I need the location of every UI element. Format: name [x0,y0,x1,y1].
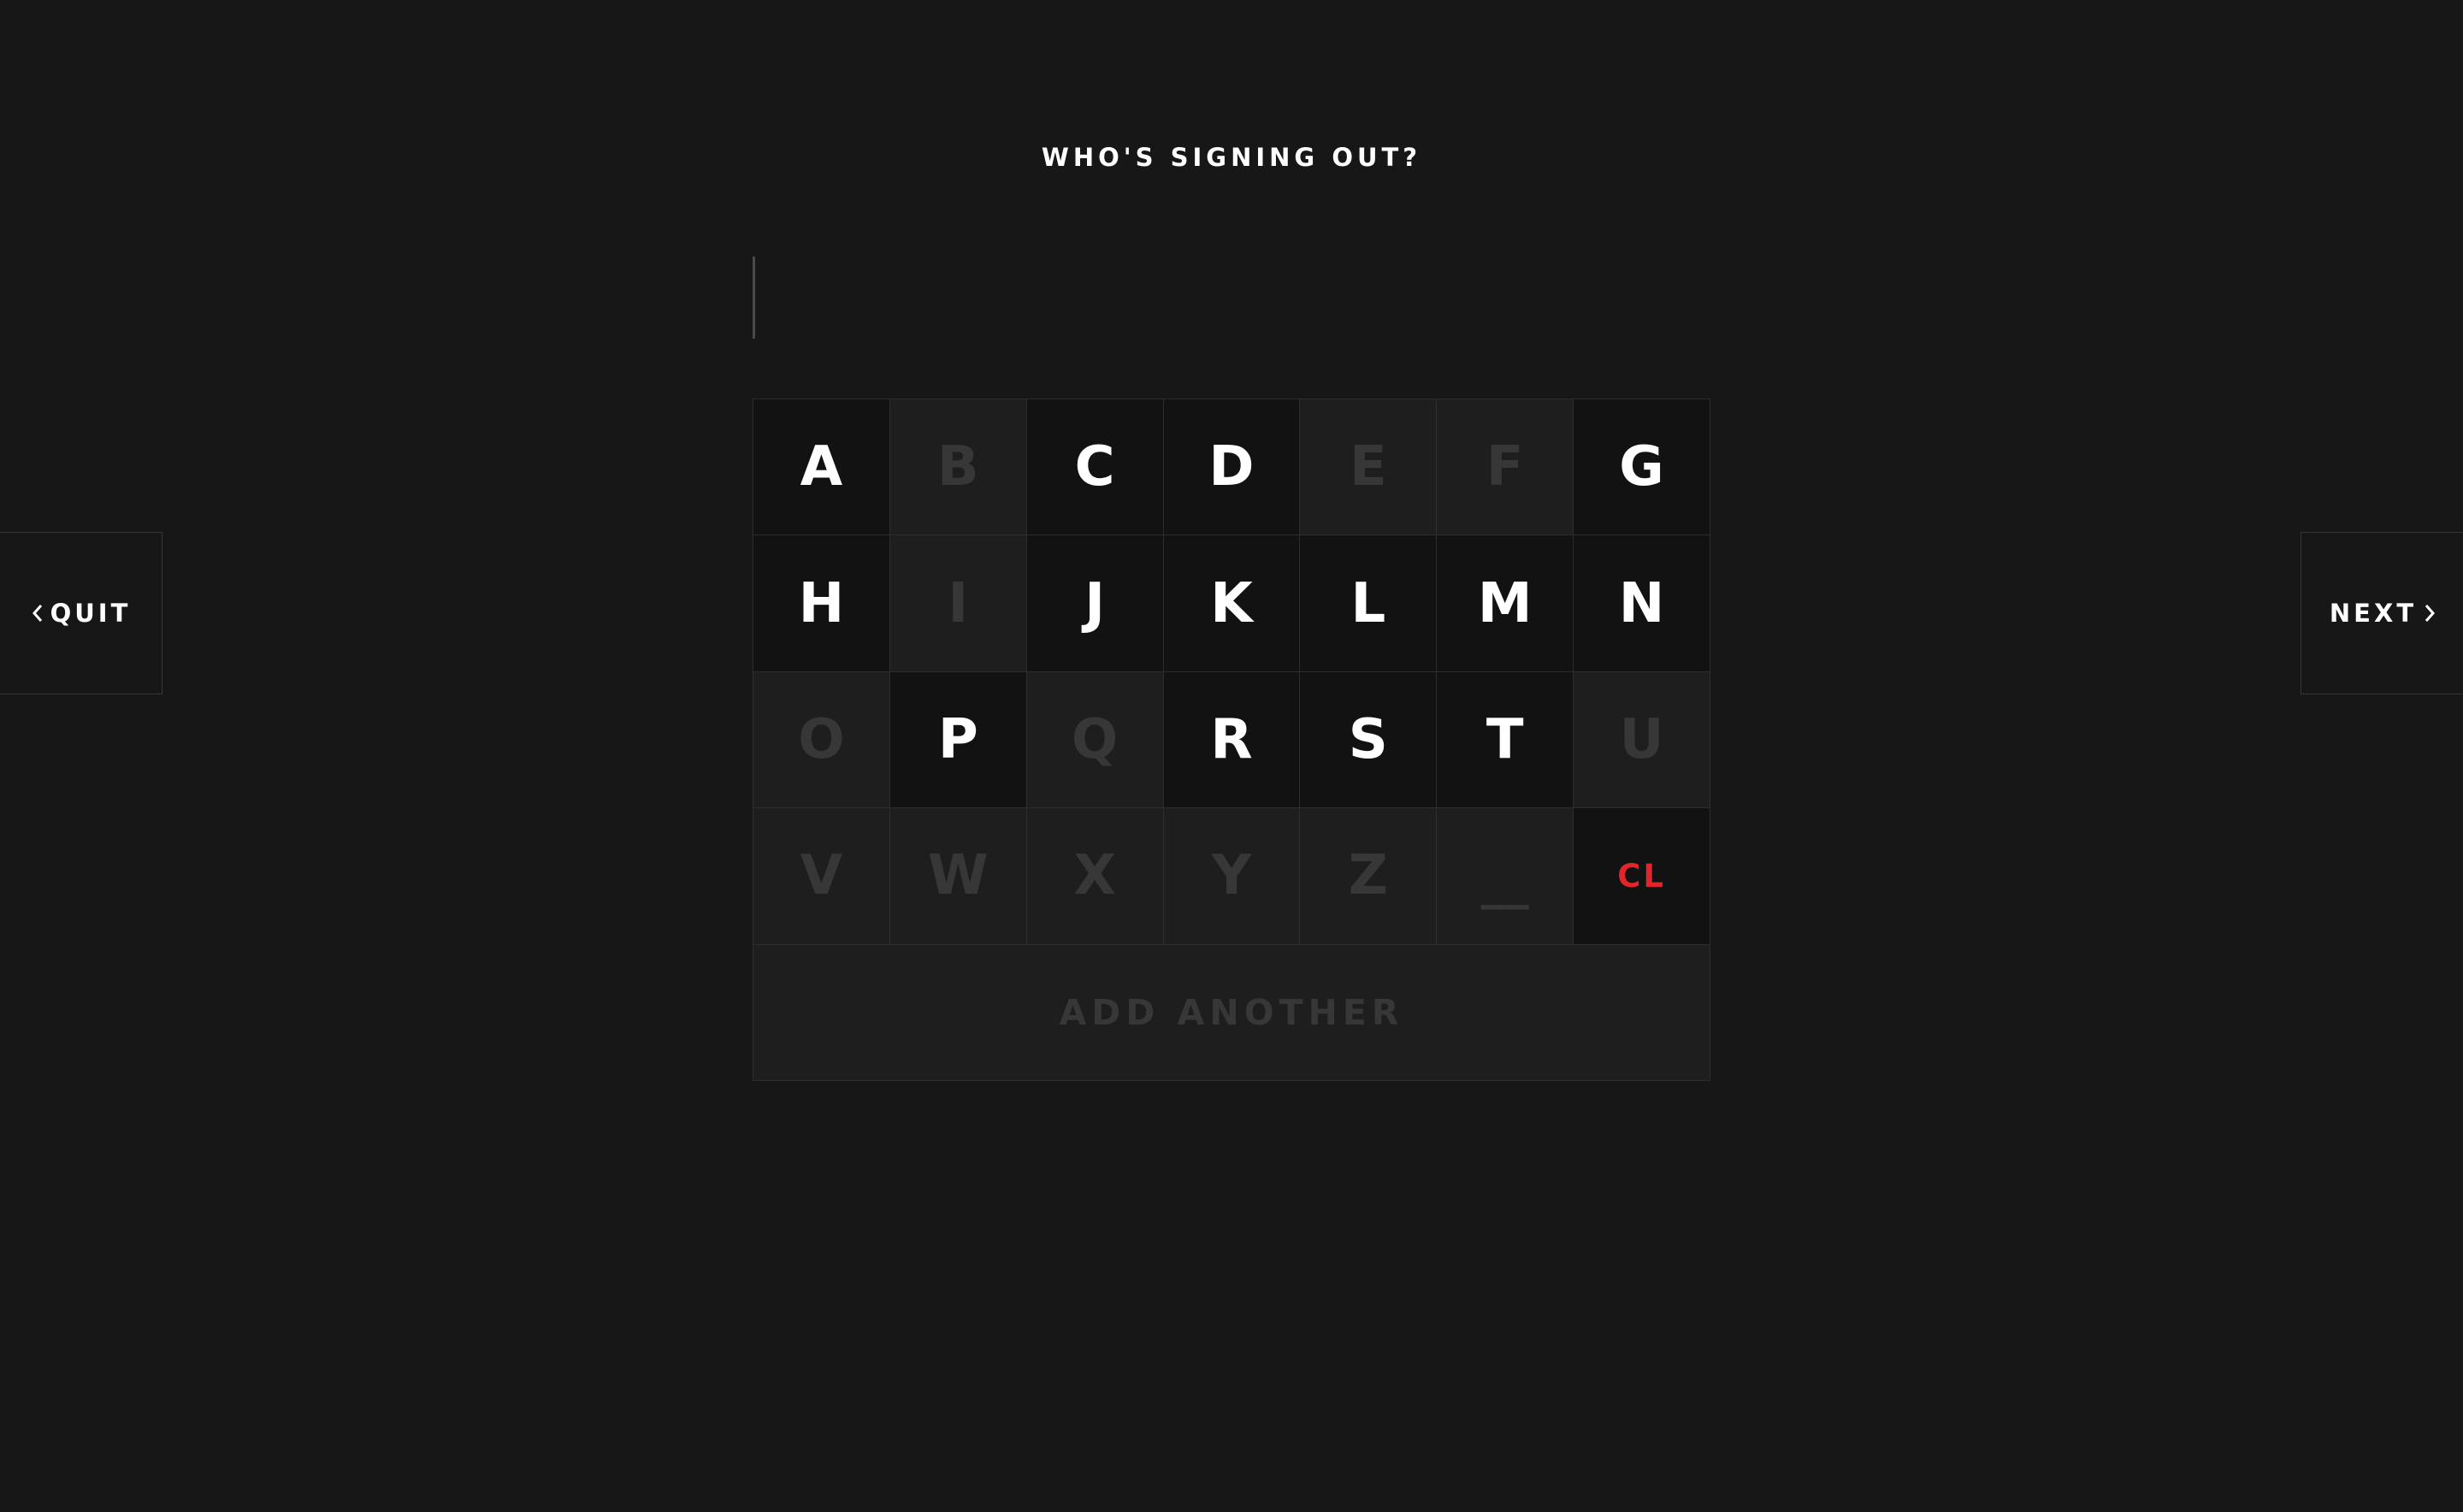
key-u: U [1574,671,1710,808]
key-g[interactable]: G [1574,399,1710,535]
text-cursor [753,257,755,339]
next-button[interactable]: NEXT [2301,532,2463,694]
key-h[interactable]: H [753,535,889,671]
key-i: I [889,535,1026,671]
key-k[interactable]: K [1163,535,1300,671]
key-v: V [753,808,889,944]
key-w: W [889,808,1026,944]
key-p[interactable]: P [889,671,1026,808]
key-a[interactable]: A [753,399,889,535]
key-r[interactable]: R [1163,671,1300,808]
key-j[interactable]: J [1026,535,1163,671]
chevron-left-icon [30,603,45,623]
key-f: F [1437,399,1574,535]
chevron-right-icon [2422,603,2437,623]
sign-out-screen: WHO'S SIGNING OUT? QUIT NEXT A B C D E F… [0,0,2463,1512]
page-title: WHO'S SIGNING OUT? [1041,143,1422,172]
quit-label: QUIT [50,599,132,628]
key-b: B [889,399,1026,535]
key-e: E [1300,399,1437,535]
name-input[interactable] [753,255,1710,340]
key-n[interactable]: N [1574,535,1710,671]
clear-button[interactable]: CL [1574,808,1710,944]
key-q: Q [1026,671,1163,808]
key-x: X [1026,808,1163,944]
key-s[interactable]: S [1300,671,1437,808]
key-t[interactable]: T [1437,671,1574,808]
key-d[interactable]: D [1163,399,1300,535]
key-z: Z [1300,808,1437,944]
key-space: __ [1437,808,1574,944]
key-l[interactable]: L [1300,535,1437,671]
next-label: NEXT [2329,599,2418,628]
key-o: O [753,671,889,808]
key-c[interactable]: C [1026,399,1163,535]
letter-keypad: A B C D E F G H I J K L M N O P Q R S T … [753,399,1710,1081]
key-y: Y [1163,808,1300,944]
key-m[interactable]: M [1437,535,1574,671]
quit-button[interactable]: QUIT [0,532,162,694]
add-another-button: ADD ANOTHER [753,944,1710,1080]
